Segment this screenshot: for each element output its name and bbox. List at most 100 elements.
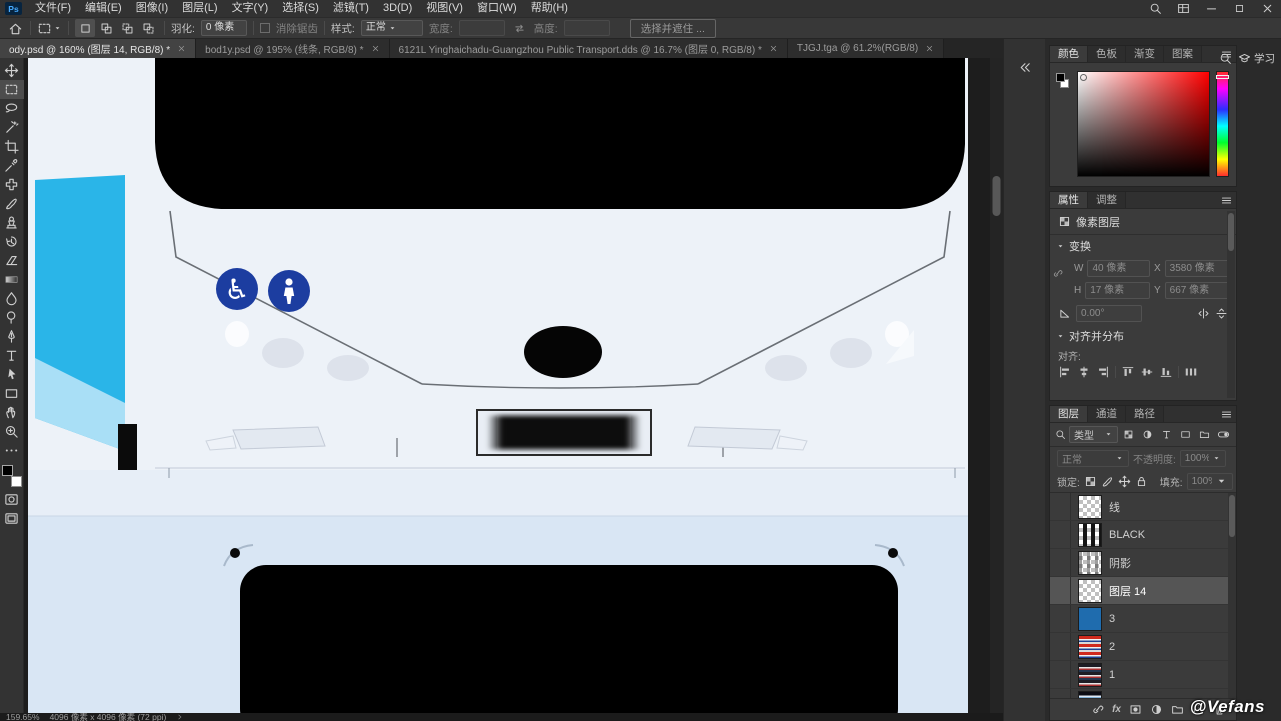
align-vcenter-button[interactable] bbox=[1140, 365, 1154, 379]
color-panel-swatches[interactable] bbox=[1056, 71, 1071, 177]
filter-type-button[interactable] bbox=[1159, 426, 1175, 443]
status-options-icon[interactable] bbox=[176, 713, 184, 721]
align-bottom-button[interactable] bbox=[1159, 365, 1173, 379]
scrollbar-thumb[interactable] bbox=[1228, 213, 1234, 251]
width-field[interactable]: 40 像素 bbox=[1087, 260, 1150, 277]
align-hcenter-button[interactable] bbox=[1077, 365, 1091, 379]
layer-thumbnail[interactable] bbox=[1078, 607, 1102, 631]
menu-select[interactable]: 选择(S) bbox=[275, 0, 326, 17]
menu-view[interactable]: 视图(V) bbox=[419, 0, 470, 17]
visibility-toggle[interactable] bbox=[1050, 689, 1071, 698]
move-tool[interactable] bbox=[0, 61, 24, 80]
close-tab-icon[interactable] bbox=[925, 44, 934, 53]
saturation-brightness-field[interactable] bbox=[1077, 71, 1210, 177]
hand-tool[interactable] bbox=[0, 403, 24, 422]
visibility-toggle[interactable] bbox=[1050, 605, 1071, 632]
add-mask-button[interactable] bbox=[1129, 703, 1142, 716]
document-canvas[interactable]: ♿ bbox=[24, 58, 1003, 713]
visibility-toggle[interactable] bbox=[1050, 633, 1071, 660]
tool-preset-dropdown[interactable] bbox=[37, 21, 62, 36]
quick-mask-button[interactable] bbox=[0, 490, 24, 509]
select-and-mask-button[interactable]: 选择并遮住 ... bbox=[630, 19, 716, 38]
layer-row-selected[interactable]: 图层 14 bbox=[1050, 577, 1236, 605]
align-section-header[interactable]: 对齐并分布 bbox=[1050, 325, 1236, 347]
layer-row[interactable]: 2 bbox=[1050, 633, 1236, 661]
titlebar-search-button[interactable] bbox=[1141, 0, 1169, 17]
zoom-level-field[interactable]: 159.65% bbox=[6, 713, 40, 721]
home-button[interactable] bbox=[7, 20, 24, 37]
lock-all-button[interactable] bbox=[1135, 475, 1148, 488]
blur-tool[interactable] bbox=[0, 289, 24, 308]
intersect-selection-button[interactable] bbox=[138, 19, 158, 37]
height-field[interactable]: 17 像素 bbox=[1085, 282, 1150, 299]
visibility-toggle[interactable] bbox=[1050, 521, 1071, 548]
layer-row[interactable]: 3 bbox=[1050, 605, 1236, 633]
document-tab-ody[interactable]: ody.psd @ 160% (图层 14, RGB/8) * bbox=[0, 39, 196, 58]
link-layers-button[interactable] bbox=[1091, 703, 1104, 716]
new-selection-button[interactable] bbox=[75, 19, 95, 37]
foreground-color-swatch[interactable] bbox=[1056, 73, 1065, 82]
visibility-toggle[interactable] bbox=[1050, 493, 1071, 520]
rectangular-marquee-tool[interactable] bbox=[0, 80, 24, 99]
style-select[interactable]: 正常 bbox=[361, 20, 423, 36]
history-brush-tool[interactable] bbox=[0, 232, 24, 251]
layer-thumbnail[interactable] bbox=[1078, 663, 1102, 687]
clone-stamp-tool[interactable] bbox=[0, 213, 24, 232]
dodge-tool[interactable] bbox=[0, 308, 24, 327]
maximize-button[interactable] bbox=[1225, 0, 1253, 17]
crop-tool[interactable] bbox=[0, 137, 24, 156]
tab-patterns[interactable]: 图案 bbox=[1164, 46, 1202, 62]
rectangle-shape-tool[interactable] bbox=[0, 384, 24, 403]
path-selection-tool[interactable] bbox=[0, 365, 24, 384]
filter-type-select[interactable]: 类型 bbox=[1069, 426, 1118, 443]
screen-mode-button[interactable] bbox=[0, 509, 24, 528]
menu-filter[interactable]: 滤镜(T) bbox=[326, 0, 376, 17]
fill-select[interactable]: 100% bbox=[1187, 473, 1233, 490]
swap-dimensions-button[interactable] bbox=[511, 20, 528, 37]
menu-type[interactable]: 文字(Y) bbox=[225, 0, 276, 17]
layer-row[interactable]: BLACK bbox=[1050, 521, 1236, 549]
align-top-button[interactable] bbox=[1121, 365, 1135, 379]
menu-file[interactable]: 文件(F) bbox=[28, 0, 78, 17]
layer-thumbnail[interactable] bbox=[1078, 495, 1102, 519]
filter-pixel-button[interactable] bbox=[1121, 426, 1137, 443]
visibility-toggle[interactable] bbox=[1050, 577, 1071, 604]
new-group-button[interactable] bbox=[1171, 703, 1184, 716]
foreground-background-colors[interactable] bbox=[1, 464, 23, 488]
tab-swatches[interactable]: 色板 bbox=[1088, 46, 1126, 62]
layer-thumbnail[interactable] bbox=[1078, 523, 1102, 547]
brush-tool[interactable] bbox=[0, 194, 24, 213]
type-tool[interactable] bbox=[0, 346, 24, 365]
height-input[interactable] bbox=[564, 20, 610, 36]
panel-menu-button[interactable] bbox=[1216, 192, 1236, 208]
close-tab-icon[interactable] bbox=[371, 44, 380, 53]
lock-pixels-button[interactable] bbox=[1101, 475, 1114, 488]
filter-smartobject-button[interactable] bbox=[1196, 426, 1212, 443]
link-dimensions-icon[interactable] bbox=[1052, 268, 1063, 279]
layer-thumbnail[interactable] bbox=[1078, 551, 1102, 575]
antialias-checkbox[interactable] bbox=[260, 23, 270, 33]
edit-toolbar-button[interactable] bbox=[0, 441, 24, 460]
menu-3d[interactable]: 3D(D) bbox=[376, 0, 419, 17]
x-field[interactable]: 3580 像素 bbox=[1165, 260, 1234, 277]
gradient-tool[interactable] bbox=[0, 270, 24, 289]
tab-channels[interactable]: 通道 bbox=[1088, 406, 1126, 422]
layer-effects-button[interactable]: fx bbox=[1112, 704, 1121, 715]
transform-section-header[interactable]: 变换 bbox=[1050, 235, 1236, 257]
menu-layer[interactable]: 图层(L) bbox=[175, 0, 224, 17]
lock-transparency-button[interactable] bbox=[1084, 475, 1097, 488]
menu-image[interactable]: 图像(I) bbox=[129, 0, 175, 17]
document-tab-tga[interactable]: TJGJ.tga @ 61.2%(RGB/8) bbox=[788, 39, 944, 58]
layer-thumbnail[interactable] bbox=[1078, 635, 1102, 659]
close-button[interactable] bbox=[1253, 0, 1281, 17]
panel-menu-button[interactable] bbox=[1216, 406, 1236, 422]
hue-slider-thumb[interactable] bbox=[1216, 75, 1229, 79]
add-to-selection-button[interactable] bbox=[96, 19, 116, 37]
eyedropper-tool[interactable] bbox=[0, 156, 24, 175]
tab-gradients[interactable]: 渐变 bbox=[1126, 46, 1164, 62]
adjustment-layer-button[interactable] bbox=[1150, 703, 1163, 716]
align-left-button[interactable] bbox=[1058, 365, 1072, 379]
zoom-tool[interactable] bbox=[0, 422, 24, 441]
layer-row[interactable]: 阴影 bbox=[1050, 549, 1236, 577]
blend-mode-select[interactable]: 正常 bbox=[1057, 450, 1129, 467]
